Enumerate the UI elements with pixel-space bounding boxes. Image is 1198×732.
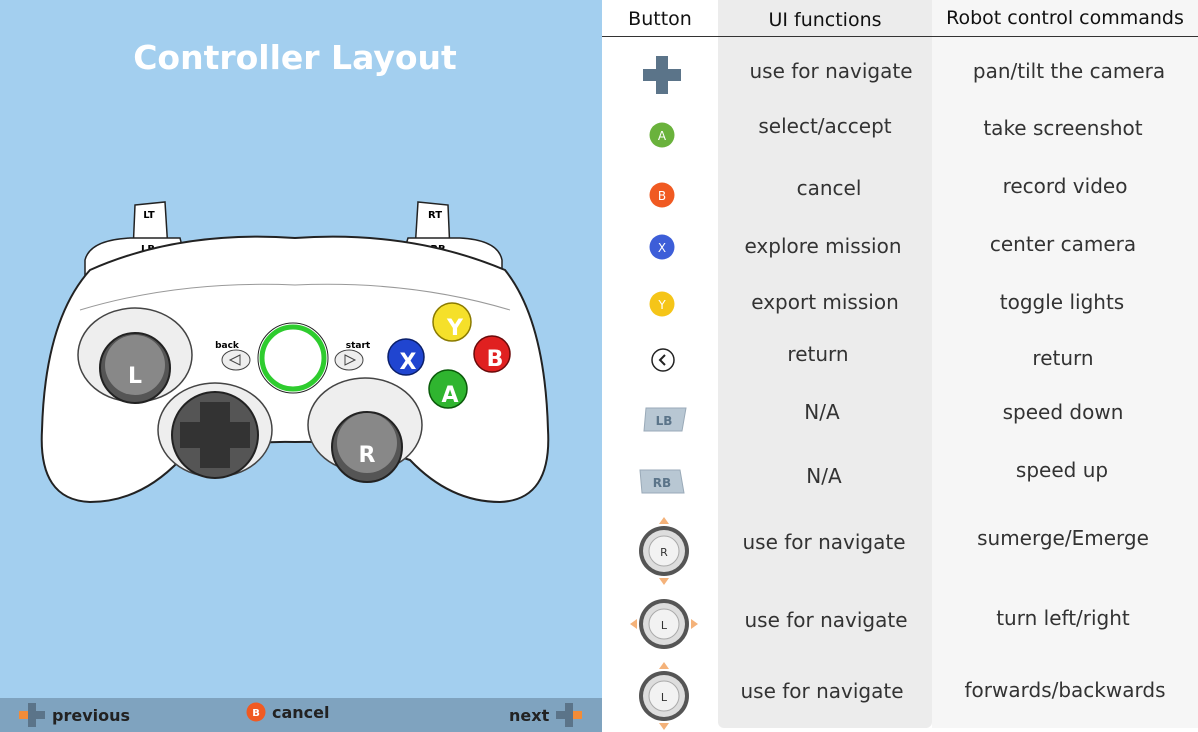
ui-function-text: N/A xyxy=(804,400,840,424)
svg-text:B: B xyxy=(252,708,260,719)
left-stick-horizontal-icon: L xyxy=(630,599,698,649)
robot-command-text: return xyxy=(1032,346,1094,370)
svg-text:RB: RB xyxy=(653,476,671,490)
ui-function-text: export mission xyxy=(751,290,899,314)
lt-label: LT xyxy=(143,210,155,221)
controller-layout-panel: Controller Layout LT RT LB RB L back sta… xyxy=(0,0,602,732)
svg-text:L: L xyxy=(661,691,668,704)
robot-command-text: speed down xyxy=(1002,400,1124,424)
ui-function-text: explore mission xyxy=(744,234,902,258)
y-button-icon: Y xyxy=(649,291,675,317)
next-label: next xyxy=(509,705,550,725)
ui-function-text: select/accept xyxy=(758,114,892,138)
ui-function-text: N/A xyxy=(806,464,842,488)
robot-command-text: take screenshot xyxy=(983,116,1143,140)
dpad-left-icon xyxy=(19,703,45,727)
svg-text:B: B xyxy=(658,189,666,203)
ui-function-text: use for navigate xyxy=(749,59,913,83)
robot-command-text: center camera xyxy=(989,232,1137,256)
svg-text:Y: Y xyxy=(657,298,666,312)
dpad-icon xyxy=(643,56,681,94)
ui-function-text: use for navigate xyxy=(744,608,908,632)
b-face-label: B xyxy=(487,347,504,372)
dpad-right-icon xyxy=(556,703,583,727)
controller-illustration: LT RT LB RB L back start R xyxy=(40,201,550,504)
rt-label: RT xyxy=(428,210,442,221)
svg-text:X: X xyxy=(658,241,666,255)
robot-command-text: record video xyxy=(1002,174,1128,198)
robot-command-text: toggle lights xyxy=(999,290,1125,314)
start-label: start xyxy=(346,341,371,351)
right-stick-label: R xyxy=(359,443,376,468)
svg-text:L: L xyxy=(661,619,668,632)
next-button[interactable]: next xyxy=(509,702,583,728)
header-divider xyxy=(602,36,1198,37)
svg-text:A: A xyxy=(658,129,667,143)
ui-function-text: use for navigate xyxy=(740,679,904,703)
svg-text:LB: LB xyxy=(656,414,673,428)
b-button-icon: B xyxy=(246,702,266,722)
rb-button-icon: RB xyxy=(639,469,685,494)
b-button-icon: B xyxy=(649,182,675,208)
previous-button[interactable]: previous xyxy=(18,702,130,728)
x-face-label: X xyxy=(400,350,417,375)
left-stick-label: L xyxy=(128,364,142,389)
right-stick-vertical-icon: R xyxy=(639,517,689,585)
ui-function-text: cancel xyxy=(796,176,862,200)
cancel-label: cancel xyxy=(272,702,330,722)
robot-command-text: speed up xyxy=(1015,458,1109,482)
header-button: Button xyxy=(628,8,692,30)
robot-command-text: pan/tilt the camera xyxy=(972,59,1166,83)
previous-label: previous xyxy=(52,705,131,725)
a-face-label: A xyxy=(441,383,458,408)
a-button-icon: A xyxy=(649,122,675,148)
robot-command-text: sumerge/Emerge xyxy=(977,526,1149,550)
panel-title: Controller Layout xyxy=(133,38,457,77)
bottom-nav-bar: previous B cancel next xyxy=(0,698,602,732)
back-label: back xyxy=(215,341,240,351)
ui-function-text: return xyxy=(787,342,849,366)
robot-command-text: turn left/right xyxy=(996,606,1130,630)
header-robot-commands: Robot control commands xyxy=(946,7,1184,29)
back-button-icon xyxy=(651,348,675,372)
header-ui-functions: UI functions xyxy=(768,9,882,31)
svg-text:R: R xyxy=(660,546,668,559)
y-face-label: Y xyxy=(446,316,464,341)
left-stick-vertical-icon: L xyxy=(639,662,689,730)
cancel-button[interactable]: B cancel xyxy=(246,702,330,722)
x-button-icon: X xyxy=(649,234,675,260)
lb-button-icon: LB xyxy=(643,407,687,432)
robot-command-text: forwards/backwards xyxy=(964,678,1166,702)
ui-function-text: use for navigate xyxy=(742,530,906,554)
